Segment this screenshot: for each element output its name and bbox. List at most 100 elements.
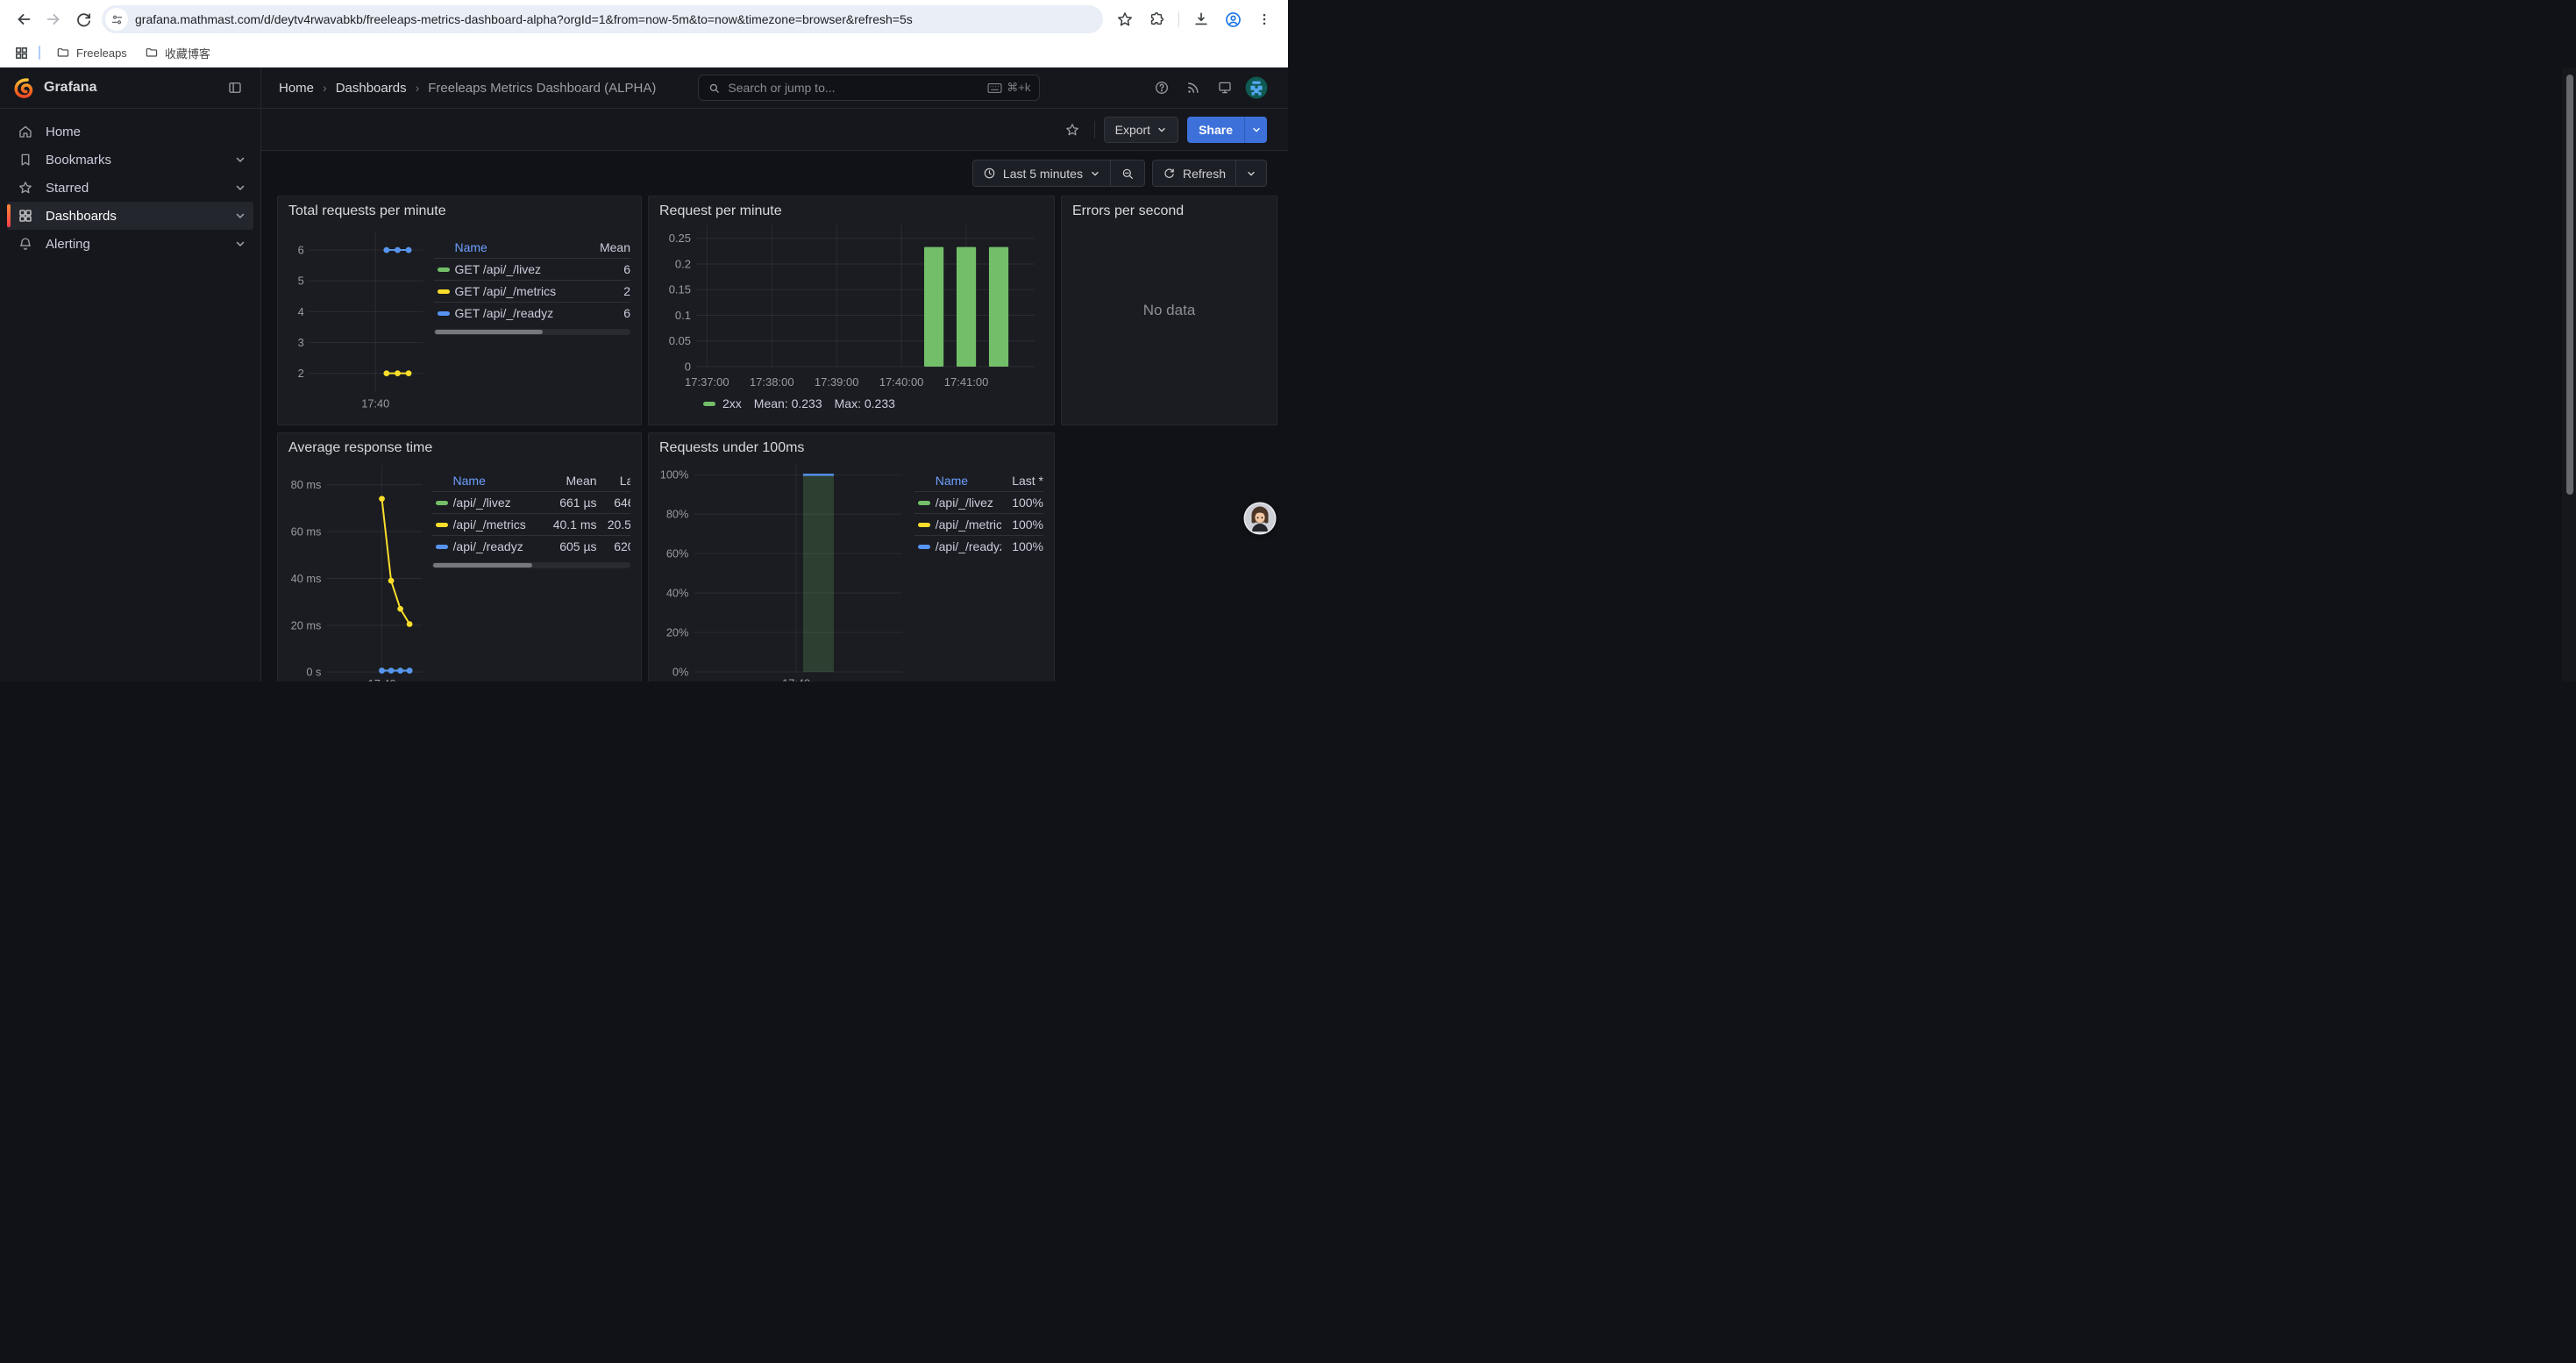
panel-title[interactable]: Total requests per minute	[288, 203, 630, 219]
sidebar-item-label: Dashboards	[46, 209, 117, 224]
site-settings-icon[interactable]	[105, 8, 128, 31]
legend-scrollbar[interactable]	[432, 562, 630, 568]
breadcrumb-dashboards[interactable]: Dashboards	[336, 81, 407, 96]
apps-grid-icon[interactable]	[9, 40, 33, 65]
time-range-picker[interactable]: Last 5 minutes	[973, 161, 1110, 186]
sidebar-item-starred[interactable]: Starred	[7, 174, 253, 202]
floating-assistant-avatar[interactable]	[1243, 502, 1277, 535]
share-button[interactable]: Share	[1187, 117, 1244, 143]
folder-icon	[145, 46, 159, 60]
panel-title[interactable]: Average response time	[288, 440, 630, 456]
legend-item-2xx[interactable]: 2xx	[700, 396, 742, 410]
legend-series-name[interactable]: /api/_/metrics	[936, 517, 1001, 532]
url-input[interactable]	[135, 12, 1092, 26]
svg-text:80 ms: 80 ms	[291, 478, 322, 491]
svg-text:6: 6	[298, 243, 304, 256]
back-icon[interactable]	[9, 4, 39, 34]
dock-sidebar-icon[interactable]	[222, 75, 248, 101]
sidebar-item-alerting[interactable]: Alerting	[7, 230, 253, 258]
scrollbar-thumb[interactable]	[2566, 75, 2573, 495]
sidebar-item-bookmarks[interactable]: Bookmarks	[7, 146, 253, 174]
legend-series-name[interactable]: GET /api/_/metrics	[455, 284, 589, 298]
keyboard-icon	[987, 82, 1002, 94]
legend-series-name[interactable]: /api/_/metrics	[453, 517, 541, 532]
panel-requests-under-100ms: Requests under 100ms 0%20%40%60%80%100%1…	[648, 432, 1055, 682]
requests-under-100ms-chart: 0%20%40%60%80%100%17:40	[659, 458, 909, 682]
svg-text:5: 5	[298, 275, 304, 288]
panel-average-response-time: Average response time 0 s20 ms40 ms60 ms…	[277, 432, 642, 682]
export-button[interactable]: Export	[1104, 117, 1178, 143]
downloads-icon[interactable]	[1186, 4, 1216, 34]
request-per-minute-chart: 00.050.10.150.20.2517:37:0017:38:0017:39…	[659, 219, 1045, 393]
legend-header-cell[interactable]: Last *	[1001, 474, 1043, 488]
search-icon	[708, 82, 721, 95]
legend-header-cell[interactable]: Name	[936, 474, 1001, 488]
panel-errors-per-second: Errors per second No data	[1061, 196, 1277, 425]
legend-series-name[interactable]: /api/_/livez	[936, 496, 1001, 510]
legend-header-cell[interactable]: Name	[453, 474, 541, 488]
legend-row: /api/_/readyz100%	[914, 535, 1043, 557]
panel-title[interactable]: Requests under 100ms	[659, 440, 1043, 456]
legend-series-name[interactable]: /api/_/livez	[453, 496, 541, 510]
panel-title[interactable]: Request per minute	[659, 203, 1043, 219]
bookmark-folder-freeleaps[interactable]: Freeleaps	[47, 42, 136, 63]
legend-scrollbar-thumb[interactable]	[435, 330, 543, 334]
grafana-logo[interactable]	[12, 76, 35, 99]
forward-icon[interactable]	[39, 4, 68, 34]
sidebar: Grafana Home Bookmarks Starred D	[0, 68, 261, 682]
legend-table: NameLast */api/_/livez 100%/api/_/metrics…	[914, 470, 1043, 682]
refresh-button[interactable]: Refresh	[1153, 161, 1235, 186]
legend-row: /api/_/readyz605 µs620 µs	[432, 535, 630, 557]
profile-icon[interactable]	[1218, 4, 1248, 34]
series-color-chip	[918, 523, 930, 527]
url-bar[interactable]	[102, 5, 1103, 33]
sidebar-item-home[interactable]: Home	[7, 118, 253, 146]
refresh-icon	[1163, 167, 1176, 180]
time-controls: Last 5 minutes Refresh	[277, 160, 1267, 187]
refresh-interval-button[interactable]	[1236, 161, 1266, 186]
menu-kebab-icon[interactable]	[1249, 4, 1279, 34]
series-color-chip	[918, 545, 930, 549]
search-input[interactable]	[728, 81, 987, 95]
share-menu-button[interactable]	[1244, 117, 1267, 143]
legend-header-cell[interactable]: Name	[455, 240, 589, 254]
sidebar-item-dashboards[interactable]: Dashboards	[7, 202, 253, 230]
zoom-out-button[interactable]	[1111, 161, 1144, 186]
legend-scrollbar[interactable]	[434, 329, 631, 335]
top-nav: Home › Dashboards › Freeleaps Metrics Da…	[261, 68, 1288, 109]
legend-header-cell[interactable]: Last *	[597, 474, 630, 488]
panel-title[interactable]: Errors per second	[1072, 203, 1266, 219]
chevron-down-icon	[1090, 168, 1100, 179]
kiosk-monitor-icon[interactable]	[1211, 74, 1239, 102]
svg-text:40%: 40%	[666, 587, 689, 600]
news-rss-icon[interactable]	[1179, 74, 1207, 102]
bookmarks-divider	[39, 46, 40, 60]
favorite-star-icon[interactable]	[1059, 117, 1085, 143]
series-color-chip	[436, 501, 448, 505]
svg-text:3: 3	[298, 336, 304, 349]
breadcrumb-separator: ›	[416, 81, 420, 95]
extensions-icon[interactable]	[1142, 4, 1171, 34]
legend-series-name[interactable]: /api/_/readyz	[453, 539, 541, 553]
user-avatar[interactable]	[1242, 74, 1270, 102]
chevron-down-icon	[234, 182, 246, 194]
breadcrumb-home[interactable]: Home	[279, 81, 314, 96]
help-icon[interactable]	[1148, 74, 1176, 102]
series-color-chip	[438, 268, 450, 272]
legend-series-name[interactable]: /api/_/readyz	[936, 539, 1001, 553]
legend-series-name[interactable]: GET /api/_/livez	[455, 262, 589, 276]
brand-row: Grafana	[0, 68, 260, 109]
legend-series-name[interactable]: GET /api/_/readyz	[455, 306, 589, 320]
bookmarks-bar: Freeleaps 收藏博客	[0, 39, 1288, 68]
legend-value: 100%	[1001, 539, 1043, 553]
actions-divider	[1094, 121, 1095, 139]
bookmark-star-icon[interactable]	[1110, 4, 1140, 34]
legend-scrollbar-thumb[interactable]	[433, 563, 532, 567]
reload-icon[interactable]	[68, 4, 98, 34]
legend-header-cell[interactable]: Mean	[588, 240, 630, 254]
legend-header-cell[interactable]: Mean	[541, 474, 597, 488]
search-box[interactable]: ⌘+k	[698, 75, 1040, 101]
bookmark-folder-blogs[interactable]: 收藏博客	[136, 41, 219, 65]
sidebar-item-label: Home	[46, 125, 81, 139]
svg-text:17:38:00: 17:38:00	[750, 375, 794, 389]
